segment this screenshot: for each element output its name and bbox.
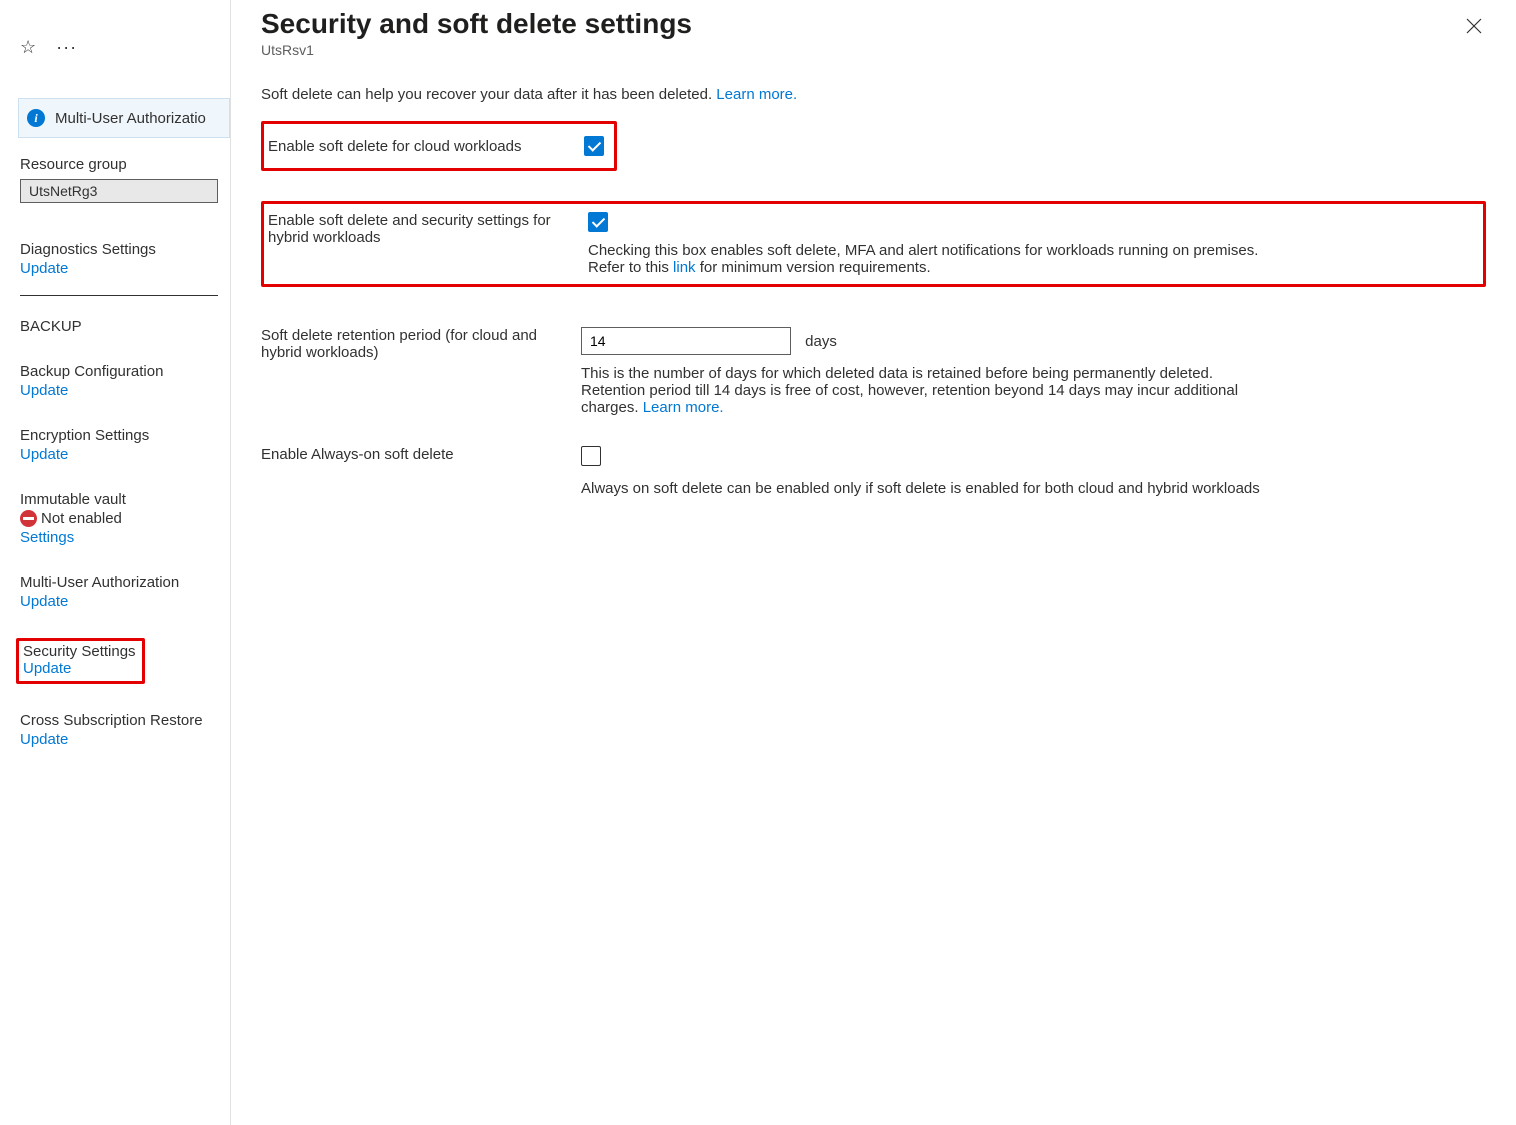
sidebar-item-mua: Multi-User Authorization Update [20, 574, 230, 610]
sidebar-item-label: Security Settings [23, 643, 136, 660]
sidebar-item-label: Cross Subscription Restore [20, 712, 230, 729]
mua-link[interactable]: Update [20, 593, 230, 610]
more-icon[interactable]: ··· [56, 37, 77, 58]
retention-row: Soft delete retention period (for cloud … [261, 327, 1486, 416]
close-icon [1466, 18, 1482, 34]
hybrid-highlight: Enable soft delete and security settings… [261, 201, 1486, 287]
hybrid-workloads-label: Enable soft delete and security settings… [268, 212, 588, 246]
diagnostics-update-link[interactable]: Update [20, 260, 230, 277]
page-subtitle: UtsRsv1 [261, 42, 692, 58]
cross-sub-link[interactable]: Update [20, 731, 230, 748]
sidebar-item-encryption: Encryption Settings Update [20, 427, 230, 463]
backup-config-link[interactable]: Update [20, 382, 230, 399]
retention-hint: This is the number of days for which del… [581, 365, 1281, 416]
security-highlight: Security Settings Update [16, 638, 145, 684]
always-on-label: Enable Always-on soft delete [261, 446, 581, 463]
sidebar-item-immutable: Immutable vault Not enabled Settings [20, 491, 230, 546]
resource-group-field[interactable]: UtsNetRg3 [20, 179, 218, 203]
encryption-link[interactable]: Update [20, 446, 230, 463]
close-button[interactable] [1462, 14, 1486, 41]
intro-text: Soft delete can help you recover your da… [261, 86, 1486, 103]
cloud-highlight: Enable soft delete for cloud workloads [261, 121, 617, 171]
intro-learn-more-link[interactable]: Learn more. [716, 86, 797, 103]
sidebar: ☆ ··· i Multi-User Authorizatio Resource… [0, 0, 230, 1125]
always-on-checkbox[interactable] [581, 446, 601, 466]
hybrid-hint-link[interactable]: link [673, 259, 696, 276]
retention-input[interactable] [581, 327, 791, 355]
sidebar-item-backup-config: Backup Configuration Update [20, 363, 230, 399]
page-title: Security and soft delete settings [261, 8, 692, 40]
sidebar-item-label: Backup Configuration [20, 363, 230, 380]
hybrid-hint: Checking this box enables soft delete, M… [588, 242, 1288, 276]
cloud-workloads-checkbox[interactable] [584, 136, 604, 156]
hybrid-workloads-checkbox[interactable] [588, 212, 608, 232]
retention-suffix: days [805, 333, 837, 350]
security-link[interactable]: Update [23, 660, 136, 677]
sidebar-item-label: Multi-User Authorization [20, 574, 230, 591]
retention-learn-more-link[interactable]: Learn more. [643, 399, 724, 416]
stop-icon [20, 510, 37, 527]
sidebar-item-cross-sub: Cross Subscription Restore Update [20, 712, 230, 748]
divider [20, 295, 218, 296]
backup-header: BACKUP [20, 318, 230, 335]
info-icon: i [27, 109, 45, 127]
immutable-status-text: Not enabled [41, 510, 122, 527]
info-banner: i Multi-User Authorizatio [18, 98, 230, 138]
retention-label: Soft delete retention period (for cloud … [261, 327, 581, 361]
cloud-workloads-label: Enable soft delete for cloud workloads [268, 138, 584, 155]
immutable-status: Not enabled [20, 510, 230, 527]
toolbar: ☆ ··· [20, 0, 230, 64]
sidebar-item-label: Encryption Settings [20, 427, 230, 444]
sidebar-item-label: Immutable vault [20, 491, 230, 508]
diagnostics-label: Diagnostics Settings [20, 241, 230, 258]
main-panel: Security and soft delete settings UtsRsv… [230, 0, 1516, 1125]
sidebar-item-security: Security Settings Update [20, 638, 230, 684]
always-on-hint: Always on soft delete can be enabled onl… [581, 480, 1281, 497]
resource-group-label: Resource group [20, 156, 230, 173]
favorite-icon[interactable]: ☆ [20, 37, 36, 58]
immutable-link[interactable]: Settings [20, 529, 230, 546]
always-on-row: Enable Always-on soft delete Always on s… [261, 446, 1486, 497]
info-banner-text: Multi-User Authorizatio [55, 110, 206, 127]
